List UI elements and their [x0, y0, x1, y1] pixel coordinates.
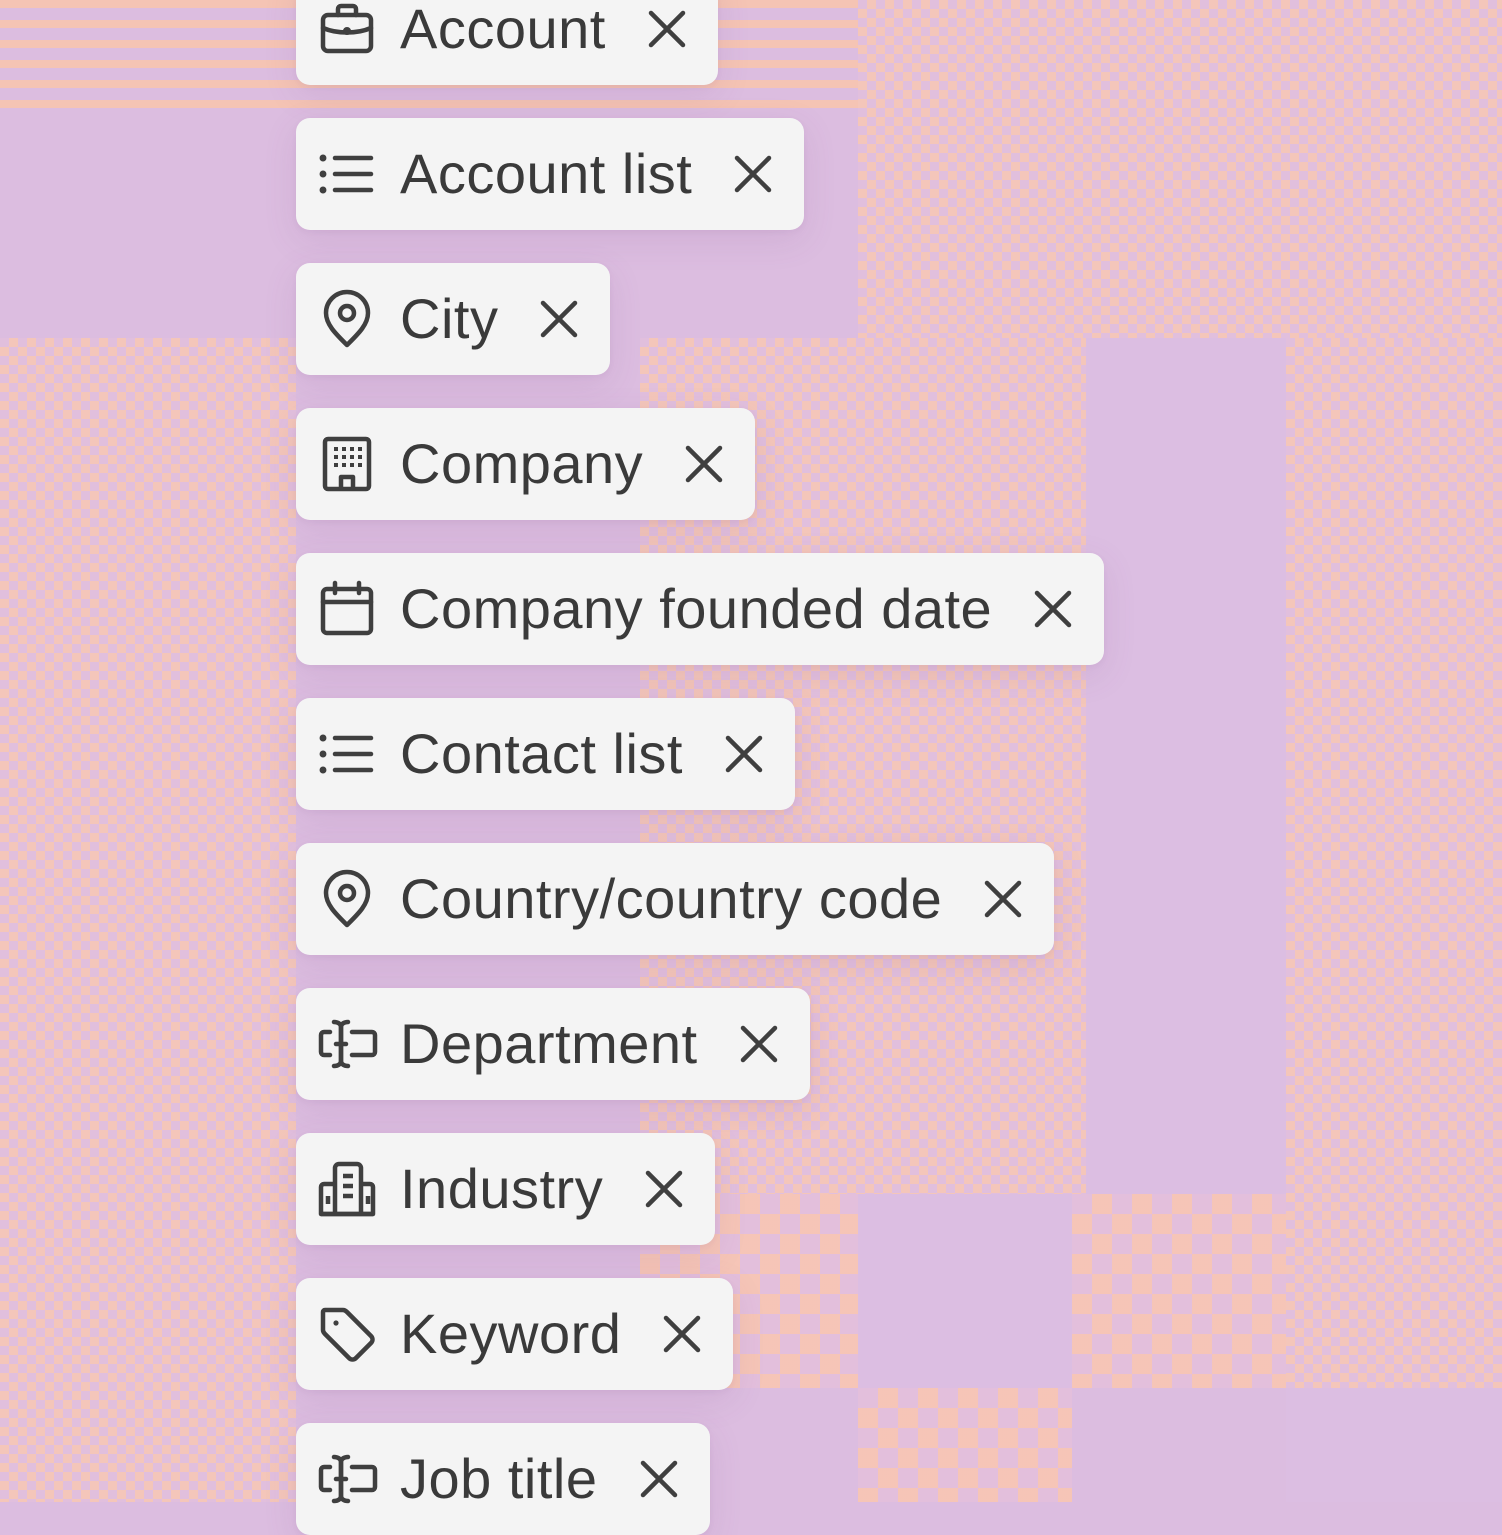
filter-chip-list: Account Account list City Company Company fo… [296, 0, 1105, 1535]
filter-chip-label: Country/country code [400, 867, 943, 930]
filter-chip-label: Account [400, 0, 606, 60]
filter-chip-industry[interactable]: Industry [296, 1133, 716, 1245]
filter-chip-country-country-code[interactable]: Country/country code [296, 843, 1055, 955]
close-icon[interactable] [736, 1021, 782, 1067]
filter-chip-keyword[interactable]: Keyword [296, 1278, 734, 1390]
tag-icon [316, 1303, 378, 1365]
filter-chip-label: Department [400, 1012, 698, 1075]
filter-chip-label: Company [400, 432, 644, 495]
close-icon[interactable] [641, 1166, 687, 1212]
plain-block [1286, 1388, 1502, 1502]
close-icon[interactable] [980, 876, 1026, 922]
checker-pattern [1286, 338, 1502, 1502]
close-icon[interactable] [1030, 586, 1076, 632]
filter-chip-company-founded-date[interactable]: Company founded date [296, 553, 1105, 665]
close-icon[interactable] [681, 441, 727, 487]
text-cursor-icon [316, 1448, 378, 1510]
filter-chip-contact-list[interactable]: Contact list [296, 698, 795, 810]
plain-block [1086, 338, 1286, 1194]
close-icon[interactable] [721, 731, 767, 777]
building-icon [316, 433, 378, 495]
close-icon[interactable] [659, 1311, 705, 1357]
calendar-icon [316, 578, 378, 640]
filter-chip-account-list[interactable]: Account list [296, 118, 805, 230]
filter-chip-label: Industry [400, 1157, 604, 1220]
filter-chip-city[interactable]: City [296, 263, 611, 375]
close-icon[interactable] [536, 296, 582, 342]
map-pin-icon [316, 868, 378, 930]
list-icon [316, 143, 378, 205]
filter-chip-label: Job title [400, 1447, 598, 1510]
filter-chip-account[interactable]: Account [296, 0, 718, 85]
close-icon[interactable] [644, 6, 690, 52]
map-pin-icon [316, 288, 378, 350]
filter-chip-department[interactable]: Department [296, 988, 810, 1100]
filter-chip-label: Keyword [400, 1302, 622, 1365]
close-icon[interactable] [730, 151, 776, 197]
text-cursor-icon [316, 1013, 378, 1075]
filter-chip-job-title[interactable]: Job title [296, 1423, 710, 1535]
close-icon[interactable] [636, 1456, 682, 1502]
industry-building-icon [316, 1158, 378, 1220]
filter-chip-label: Company founded date [400, 577, 993, 640]
checker-pattern [0, 338, 296, 1502]
briefcase-icon [316, 0, 378, 60]
filter-chip-label: City [400, 287, 499, 350]
list-icon [316, 723, 378, 785]
filter-chip-company[interactable]: Company [296, 408, 756, 520]
filter-chip-label: Contact list [400, 722, 683, 785]
filter-chip-label: Account list [400, 142, 693, 205]
